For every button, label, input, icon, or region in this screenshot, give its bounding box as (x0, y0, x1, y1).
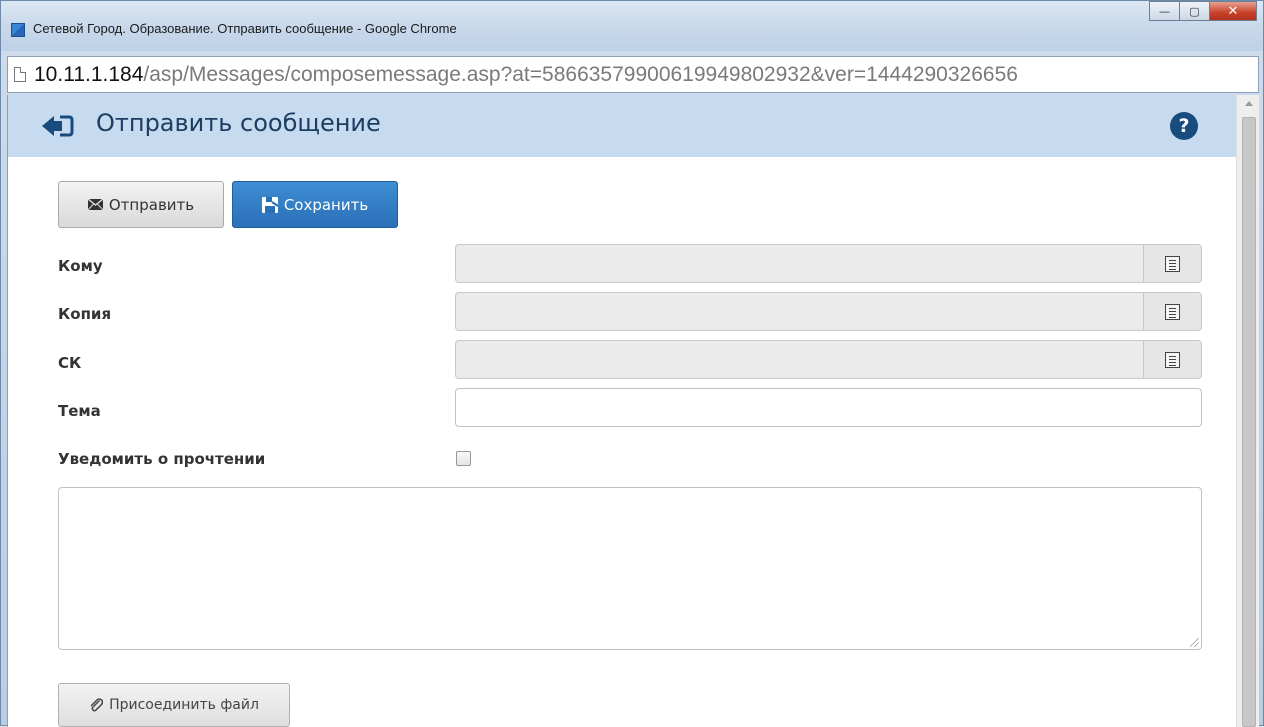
read-receipt-label: Уведомить о прочтении (58, 450, 266, 468)
vertical-scrollbar[interactable] (1236, 95, 1259, 727)
read-receipt-checkbox[interactable] (456, 451, 471, 466)
window-title: Сетевой Город. Образование. Отправить со… (33, 21, 457, 36)
app-icon (11, 23, 25, 37)
save-button-label: Сохранить (283, 195, 369, 214)
page-icon (14, 67, 26, 82)
resize-grip-icon[interactable] (1190, 638, 1199, 647)
bcc-label: СК (58, 354, 82, 372)
subject-label: Тема (58, 402, 101, 420)
send-button[interactable]: Отправить (58, 181, 224, 228)
browser-window: Сетевой Город. Образование. Отправить со… (0, 0, 1264, 727)
attach-file-button[interactable]: Присоединить файл (58, 683, 290, 727)
maximize-button[interactable]: ▢ (1179, 1, 1210, 21)
url-text[interactable]: 10.11.1.184/asp/Messages/composemessage.… (34, 63, 1018, 87)
to-address-book-button[interactable] (1143, 245, 1201, 282)
address-bar[interactable]: 10.11.1.184/asp/Messages/composemessage.… (7, 56, 1259, 93)
title-bar: Сетевой Город. Образование. Отправить со… (1, 1, 1263, 51)
scroll-up-arrow-icon[interactable] (1245, 101, 1253, 106)
to-field[interactable] (455, 244, 1202, 283)
save-button[interactable]: Сохранить (232, 181, 398, 228)
close-button[interactable]: ✕ (1209, 1, 1257, 21)
send-button-label: Отправить (108, 195, 195, 214)
help-icon[interactable]: ? (1170, 112, 1198, 140)
cc-field[interactable] (455, 292, 1202, 331)
message-body-textarea[interactable] (58, 487, 1202, 650)
cc-address-book-button[interactable] (1143, 293, 1201, 330)
url-path: /asp/Messages/composemessage.asp?at=5866… (143, 62, 1018, 86)
minimize-button[interactable]: — (1149, 1, 1180, 21)
envelope-icon (87, 199, 103, 210)
page-title: Отправить сообщение (96, 109, 381, 137)
save-icon (261, 196, 278, 213)
address-book-icon (1165, 255, 1180, 272)
address-book-icon (1165, 303, 1180, 320)
scroll-thumb[interactable] (1242, 117, 1256, 727)
window-controls: — ▢ ✕ (1149, 1, 1257, 21)
attach-file-label: Присоединить файл (109, 697, 259, 713)
bcc-field[interactable] (455, 340, 1202, 379)
url-host: 10.11.1.184 (34, 62, 144, 86)
paperclip-icon (90, 698, 104, 712)
bcc-address-book-button[interactable] (1143, 341, 1201, 378)
subject-input[interactable] (455, 388, 1202, 427)
address-book-icon (1165, 351, 1180, 368)
cc-label: Копия (58, 305, 112, 323)
to-label: Кому (58, 257, 103, 275)
back-arrow-icon[interactable] (40, 113, 74, 139)
page-header: Отправить сообщение ? (8, 95, 1236, 157)
page-content: Отправить сообщение ? Отправить Сохранит… (7, 95, 1259, 727)
